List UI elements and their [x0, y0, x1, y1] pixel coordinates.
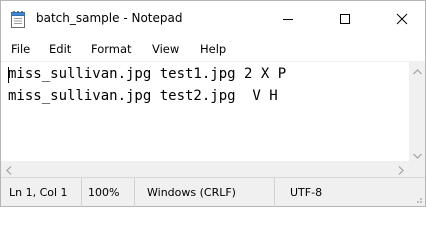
minimize-icon [282, 10, 294, 29]
status-bar: Ln 1, Col 1 100% Windows (CRLF) UTF-8 [1, 177, 425, 207]
menu-help[interactable]: Help [200, 42, 226, 56]
close-button[interactable] [378, 1, 425, 37]
text-editor[interactable]: miss_sullivan.jpg test1.jpg 2 X P miss_s… [1, 61, 409, 161]
notepad-icon [10, 10, 26, 28]
scroll-down-button[interactable] [409, 145, 425, 161]
text-line: miss_sullivan.jpg test2.jpg V H [8, 88, 278, 104]
horizontal-scrollbar[interactable] [1, 161, 409, 177]
chevron-up-icon [412, 60, 422, 79]
scroll-left-button[interactable] [1, 161, 17, 177]
scroll-up-button[interactable] [409, 61, 425, 77]
chevron-down-icon [412, 144, 422, 163]
status-divider [81, 178, 82, 207]
resize-grip-icon[interactable] [413, 189, 423, 203]
close-icon [396, 10, 408, 29]
notepad-window: batch_sample - Notepad File Edit Format … [0, 0, 426, 207]
status-divider [134, 178, 135, 207]
menu-format[interactable]: Format [91, 42, 132, 56]
maximize-icon [339, 10, 351, 29]
menu-bar: File Edit Format View Help [1, 37, 425, 61]
menu-view[interactable]: View [152, 42, 179, 56]
scrollbar-corner [409, 161, 425, 177]
status-divider [274, 178, 275, 207]
text-line: miss_sullivan.jpg test1.jpg 2 X P [8, 66, 287, 82]
chevron-right-icon [398, 160, 404, 179]
menu-file[interactable]: File [11, 42, 30, 56]
text-caret [8, 67, 9, 83]
vertical-scrollbar[interactable] [409, 61, 425, 161]
encoding: UTF-8 [290, 186, 323, 199]
scroll-right-button[interactable] [393, 161, 409, 177]
cursor-position: Ln 1, Col 1 [9, 186, 68, 199]
menu-edit[interactable]: Edit [49, 42, 71, 56]
minimize-button[interactable] [264, 1, 311, 37]
title-bar[interactable]: batch_sample - Notepad [1, 1, 425, 37]
maximize-button[interactable] [321, 1, 368, 37]
window-title: batch_sample - Notepad [36, 11, 183, 25]
zoom-level: 100% [88, 186, 120, 199]
chevron-left-icon [6, 160, 12, 179]
line-ending: Windows (CRLF) [147, 186, 236, 199]
